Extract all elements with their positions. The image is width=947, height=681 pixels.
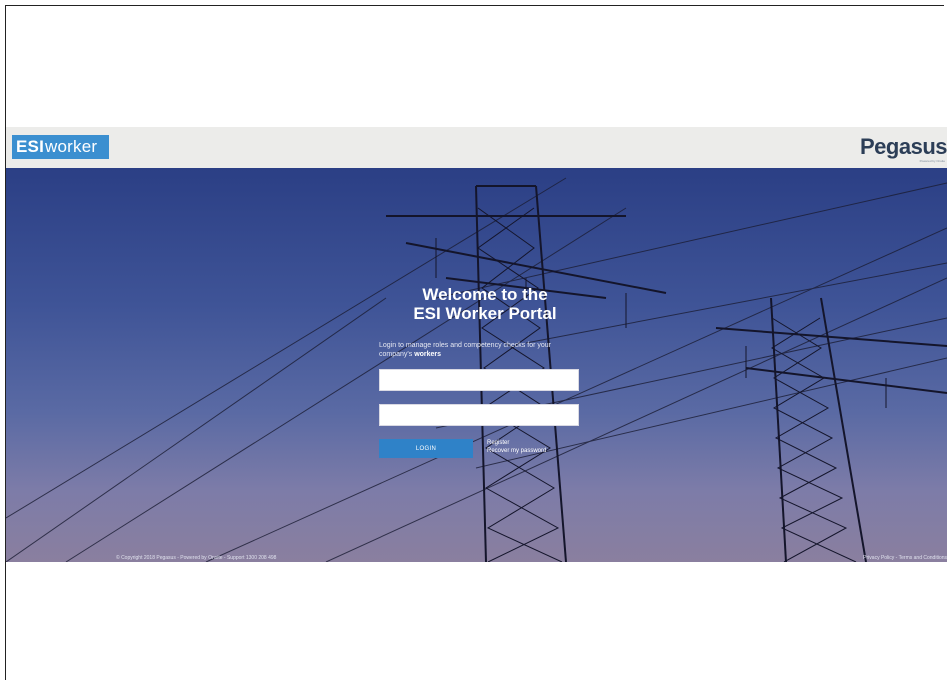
welcome-heading: Welcome to the ESI Worker Portal: [380, 285, 590, 323]
account-links: Register Recover my password: [487, 439, 546, 455]
intro-bold-workers: workers: [414, 351, 442, 358]
esi-logo-bold: ESI: [16, 137, 45, 156]
register-link[interactable]: Register: [487, 439, 546, 447]
password-input[interactable]: [379, 404, 579, 426]
pegasus-logo[interactable]: Pegasus: [860, 134, 947, 160]
hero-login-section: Welcome to the ESI Worker Portal Login t…: [6, 168, 947, 562]
welcome-line-1: Welcome to the: [422, 285, 548, 304]
power-pylons-background-image: [6, 177, 947, 562]
pegasus-tagline: Powered by Onsite: [919, 159, 945, 163]
welcome-line-2: ESI Worker Portal: [413, 304, 557, 323]
top-header-bar: ESI worker Pegasus Powered by Onsite: [6, 127, 947, 168]
recover-password-link[interactable]: Recover my password: [487, 447, 546, 455]
login-intro-text: Login to manage roles and competency che…: [379, 341, 579, 359]
esi-logo-text: worker: [45, 137, 98, 156]
login-button[interactable]: LOGIN: [379, 439, 473, 458]
esi-worker-logo[interactable]: ESI worker: [12, 135, 109, 159]
privacy-terms-links[interactable]: Privacy Policy - Terms and Conditions: [863, 555, 947, 561]
username-input[interactable]: [379, 369, 579, 391]
intro-text: Login to manage roles and competency che…: [379, 342, 551, 358]
copyright-text: © Copyright 2018 Pegasus - Powered by On…: [116, 555, 277, 561]
